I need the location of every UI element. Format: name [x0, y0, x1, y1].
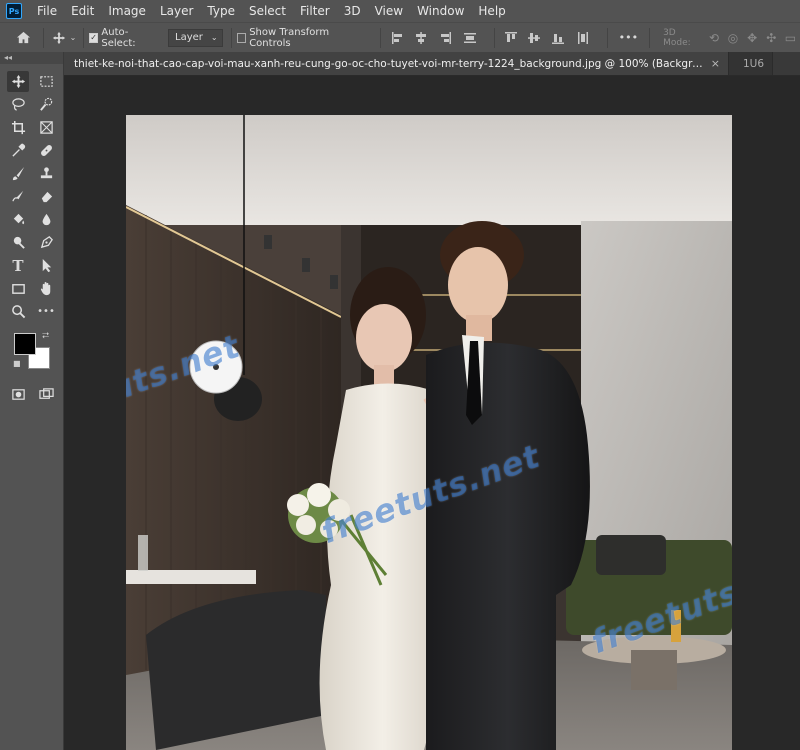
auto-select-target-dropdown[interactable]: Layer ⌄ [168, 28, 223, 47]
close-icon[interactable]: × [711, 57, 720, 70]
document-tab-label: 1U6 [743, 57, 765, 70]
chevron-down-icon: ⌄ [210, 33, 218, 42]
options-separator [649, 27, 651, 48]
menu-bar: Ps File Edit Image Layer Type Select Fil… [0, 0, 800, 22]
screen-mode-icon[interactable] [35, 384, 57, 405]
brush-tool-icon[interactable] [7, 163, 29, 184]
canvas-area[interactable]: freetuts.net freetuts.net freetuts.net [64, 76, 800, 750]
menu-help[interactable]: Help [471, 0, 512, 22]
align-right-edges-icon[interactable] [437, 30, 452, 46]
menu-window[interactable]: Window [410, 0, 471, 22]
menu-filter[interactable]: Filter [293, 0, 337, 22]
zoom-tool-icon[interactable] [7, 301, 29, 322]
dodge-tool-icon[interactable] [7, 232, 29, 253]
menu-layer[interactable]: Layer [153, 0, 200, 22]
document-image[interactable]: freetuts.net freetuts.net freetuts.net [126, 115, 732, 750]
marquee-tool-icon[interactable] [35, 71, 57, 92]
eyedropper-tool-icon[interactable] [7, 140, 29, 161]
align-horizontal-centers-icon[interactable] [414, 30, 429, 46]
show-transform-controls-label: Show Transform Controls [249, 26, 330, 49]
eraser-tool-icon[interactable] [35, 186, 57, 207]
options-bar: ⌄ ✓ Auto-Select: Layer ⌄ Show Transform … [0, 22, 800, 52]
rectangle-tool-icon[interactable] [7, 278, 29, 299]
align-bottom-edges-icon[interactable] [550, 30, 565, 46]
menu-3d[interactable]: 3D [337, 0, 368, 22]
move-tool-icon[interactable] [7, 71, 29, 92]
menu-image[interactable]: Image [101, 0, 153, 22]
slide-3d-icon[interactable]: ✣ [762, 28, 781, 48]
orbit-3d-icon[interactable]: ⟲ [704, 28, 723, 48]
photoshop-logo[interactable]: Ps [6, 3, 22, 19]
3d-mode-label: 3D Mode: [663, 27, 691, 48]
options-separator [82, 27, 84, 48]
document-tabs: thiet-ke-noi-that-cao-cap-voi-mau-xanh-r… [64, 52, 800, 76]
healing-brush-tool-icon[interactable] [35, 140, 57, 161]
wedding-photo [126, 115, 732, 750]
type-tool-icon[interactable]: T [7, 255, 29, 276]
lasso-tool-icon[interactable] [7, 94, 29, 115]
menu-file[interactable]: File [30, 0, 64, 22]
auto-select-target-value: Layer [175, 32, 203, 43]
clone-stamp-tool-icon[interactable] [35, 163, 57, 184]
menu-select[interactable]: Select [242, 0, 293, 22]
default-colors-icon[interactable]: ■ [13, 359, 21, 368]
foreground-color-swatch[interactable] [14, 333, 36, 355]
distribute-icon[interactable] [462, 30, 477, 46]
history-brush-tool-icon[interactable] [7, 186, 29, 207]
auto-select-checkbox[interactable]: ✓ [88, 32, 99, 43]
menu-edit[interactable]: Edit [64, 0, 101, 22]
align-left-edges-icon[interactable] [390, 30, 405, 46]
blur-tool-icon[interactable] [35, 209, 57, 230]
more-options-icon[interactable]: ••• [619, 31, 638, 44]
tools-panel: ◂◂ T ••• ⮂ ■ [0, 52, 64, 750]
pen-tool-icon[interactable] [35, 232, 57, 253]
color-swatches: ⮂ ■ [0, 329, 63, 379]
pan-3d-icon[interactable]: ✥ [743, 28, 762, 48]
quick-mask-icon[interactable] [7, 384, 29, 405]
align-vertical-centers-icon[interactable] [527, 30, 542, 46]
distribute-vertical-icon[interactable] [575, 30, 590, 46]
roll-3d-icon[interactable]: ◎ [723, 28, 742, 48]
menu-type[interactable]: Type [200, 0, 242, 22]
show-transform-controls-checkbox[interactable] [236, 32, 247, 43]
menu-view[interactable]: View [368, 0, 410, 22]
frame-tool-icon[interactable] [35, 117, 57, 138]
swap-colors-icon[interactable]: ⮂ [42, 331, 49, 341]
collapse-panel-icon[interactable]: ◂◂ [0, 52, 63, 64]
more-tools-icon[interactable]: ••• [35, 301, 57, 322]
scale-3d-icon[interactable]: ▭ [781, 28, 800, 48]
auto-select-label: Auto-Select: [101, 26, 136, 49]
options-separator [606, 27, 608, 48]
hand-tool-icon[interactable] [35, 278, 57, 299]
home-icon[interactable] [14, 28, 33, 48]
document-tab-active[interactable]: thiet-ke-noi-that-cao-cap-voi-mau-xanh-r… [64, 52, 729, 75]
path-selection-tool-icon[interactable] [35, 255, 57, 276]
document-tab-inactive[interactable]: 1U6 [729, 52, 774, 75]
options-separator [43, 27, 45, 48]
options-separator [493, 27, 495, 48]
options-separator [230, 27, 232, 48]
options-separator [380, 27, 382, 48]
move-tool-preset-icon[interactable] [49, 28, 68, 48]
quick-selection-tool-icon[interactable] [35, 94, 57, 115]
paint-bucket-tool-icon[interactable] [7, 209, 29, 230]
crop-tool-icon[interactable] [7, 117, 29, 138]
document-tab-label: thiet-ke-noi-that-cao-cap-voi-mau-xanh-r… [74, 57, 703, 70]
align-top-edges-icon[interactable] [503, 30, 518, 46]
chevron-down-icon[interactable]: ⌄ [68, 28, 78, 48]
